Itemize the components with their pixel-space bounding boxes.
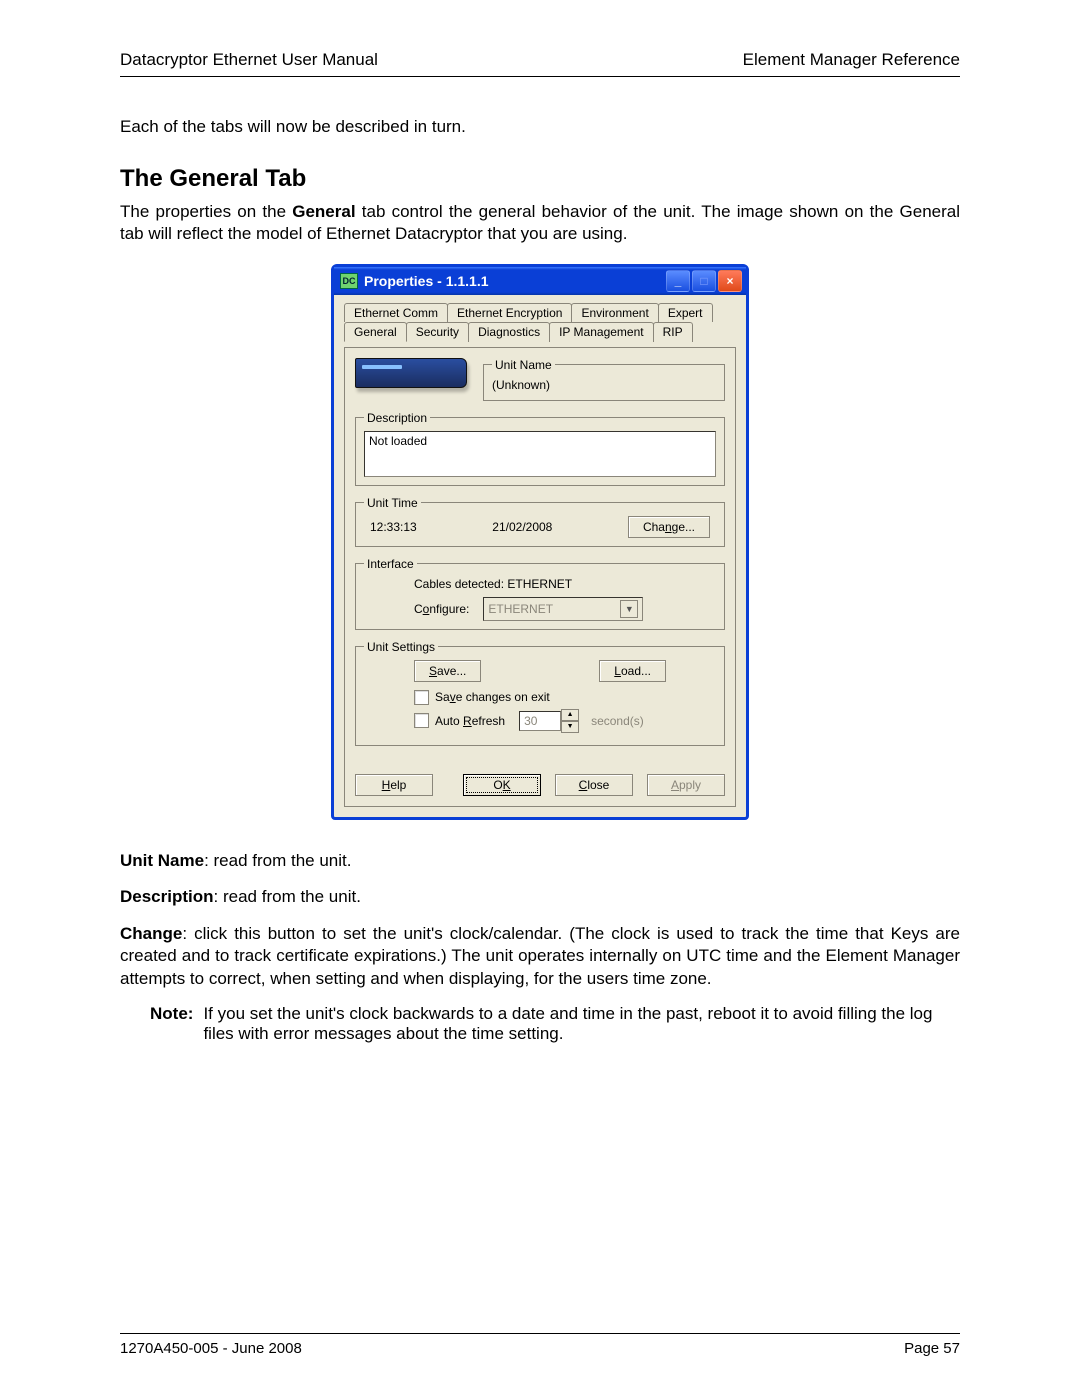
page-footer: 1270A450-005 - June 2008 Page 57 xyxy=(120,1333,960,1357)
unit-settings-legend: Unit Settings xyxy=(364,640,438,654)
header-left: Datacryptor Ethernet User Manual xyxy=(120,50,378,70)
checkbox-icon xyxy=(414,690,429,705)
unit-name-value: (Unknown) xyxy=(492,378,550,392)
minimize-button[interactable]: _ xyxy=(666,270,690,292)
app-icon: DC xyxy=(340,273,358,289)
help-button[interactable]: Help xyxy=(355,774,433,796)
refresh-interval-input xyxy=(519,711,561,731)
intro-text: Each of the tabs will now be described i… xyxy=(120,117,960,137)
note-text: If you set the unit's clock backwards to… xyxy=(203,1004,960,1044)
tab-general[interactable]: General xyxy=(344,322,407,342)
properties-dialog: DC Properties - 1.1.1.1 _ □ × Ethernet C… xyxy=(331,264,749,820)
unit-name-legend: Unit Name xyxy=(492,358,555,372)
tab-ethernet-comm[interactable]: Ethernet Comm xyxy=(344,303,448,322)
def-change: Change: click this button to set the uni… xyxy=(120,923,960,990)
interface-legend: Interface xyxy=(364,557,417,571)
unit-time-group: Unit Time 12:33:13 21/02/2008 Change... xyxy=(355,496,725,547)
tab-environment[interactable]: Environment xyxy=(571,303,658,322)
spin-down-icon[interactable]: ▼ xyxy=(561,721,579,733)
section-paragraph-1: The properties on the General tab contro… xyxy=(120,201,960,246)
window-title: Properties - 1.1.1.1 xyxy=(364,273,666,289)
device-image xyxy=(355,358,467,388)
note-block: Note: If you set the unit's clock backwa… xyxy=(150,1004,960,1044)
apply-button: Apply xyxy=(647,774,725,796)
footer-left: 1270A450-005 - June 2008 xyxy=(120,1340,302,1357)
description-legend: Description xyxy=(364,411,430,425)
def-description: Description: read from the unit. xyxy=(120,886,960,908)
general-tab-panel: Unit Name (Unknown) Description Not load… xyxy=(344,347,736,807)
save-on-exit-checkbox[interactable]: Save changes on exit xyxy=(414,690,666,705)
spin-up-icon[interactable]: ▲ xyxy=(561,709,579,721)
header-right: Element Manager Reference xyxy=(743,50,960,70)
ok-button[interactable]: OK xyxy=(463,774,541,796)
tab-ethernet-encryption[interactable]: Ethernet Encryption xyxy=(447,303,572,322)
tab-security[interactable]: Security xyxy=(406,322,469,342)
tab-strip: Ethernet Comm Ethernet Encryption Enviro… xyxy=(344,303,736,342)
unit-settings-group: Unit Settings Save... Load... xyxy=(355,640,725,746)
save-button[interactable]: Save... xyxy=(414,660,481,682)
tab-rip[interactable]: RIP xyxy=(653,322,693,342)
refresh-interval-spinner[interactable]: ▲ ▼ xyxy=(519,709,579,733)
tab-expert[interactable]: Expert xyxy=(658,303,713,322)
section-heading: The General Tab xyxy=(120,165,960,193)
seconds-label: second(s) xyxy=(591,714,644,728)
auto-refresh-checkbox[interactable]: Auto Refresh ▲ ▼ second(s) xyxy=(414,709,666,733)
unit-time-legend: Unit Time xyxy=(364,496,421,510)
load-button[interactable]: Load... xyxy=(599,660,666,682)
unit-time-time: 12:33:13 xyxy=(370,520,417,534)
interface-group: Interface Cables detected: ETHERNET Conf… xyxy=(355,557,725,630)
tab-ip-management[interactable]: IP Management xyxy=(549,322,654,342)
description-group: Description Not loaded xyxy=(355,411,725,486)
unit-time-date: 21/02/2008 xyxy=(492,520,552,534)
cables-detected: Cables detected: ETHERNET xyxy=(414,577,716,591)
description-field[interactable]: Not loaded xyxy=(364,431,716,477)
close-button[interactable]: Close xyxy=(555,774,633,796)
configure-select: ETHERNET ▼ xyxy=(483,597,643,621)
close-window-button[interactable]: × xyxy=(718,270,742,292)
titlebar[interactable]: DC Properties - 1.1.1.1 _ □ × xyxy=(334,267,746,295)
def-unit-name: Unit Name: read from the unit. xyxy=(120,850,960,872)
tab-diagnostics[interactable]: Diagnostics xyxy=(468,322,550,342)
configure-label: Configure: xyxy=(414,602,469,616)
checkbox-icon xyxy=(414,713,429,728)
maximize-button: □ xyxy=(692,270,716,292)
note-label: Note: xyxy=(150,1004,193,1044)
footer-right: Page 57 xyxy=(904,1340,960,1357)
change-button[interactable]: Change... xyxy=(628,516,710,538)
chevron-down-icon: ▼ xyxy=(620,600,638,618)
page-header: Datacryptor Ethernet User Manual Element… xyxy=(120,50,960,77)
